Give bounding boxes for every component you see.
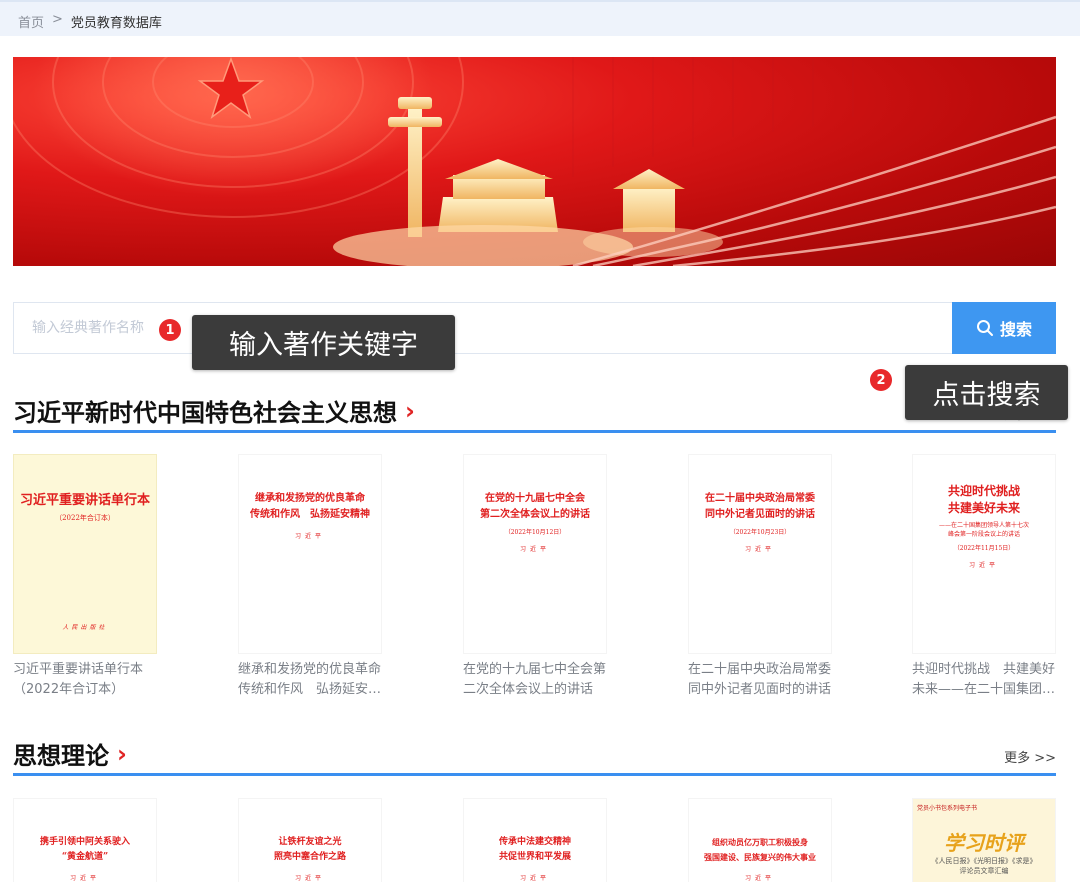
book-title[interactable]: 在二十届中央政治局常委 同中外记者见面时的讲话 — [688, 660, 840, 700]
section-title-theory[interactable]: 思想理论 › — [13, 736, 127, 771]
book-cover[interactable]: 党员小书包系列电子书 学习时评 《人民日报》《光明日报》《求是》 评论员文章汇编 — [912, 798, 1056, 882]
book-cover[interactable]: 继承和发扬党的优良革命 传统和作风 弘扬延安精神 习近平 — [238, 454, 382, 654]
book-cover[interactable]: 传承中法建交精神 共促世界和平发展 习近平 — [463, 798, 607, 882]
section-title-text: 思想理论 — [13, 742, 109, 770]
section-divider — [13, 430, 1056, 433]
book-title[interactable]: 习近平重要讲话单行本 （2022年合订本） — [13, 660, 165, 700]
book-card[interactable]: 传承中法建交精神 共促世界和平发展 习近平 — [463, 798, 607, 882]
banner-artwork — [13, 57, 1056, 266]
callout-click-search: 点击搜索 — [905, 365, 1068, 420]
book-cover[interactable]: 在党的十九届七中全会 第二次全体会议上的讲话 （2022年10月12日） 习近平 — [463, 454, 607, 654]
chevron-right-icon: › — [405, 396, 415, 425]
book-card[interactable]: 在党的十九届七中全会 第二次全体会议上的讲话 （2022年10月12日） 习近平… — [463, 454, 607, 700]
chevron-right-icon: › — [117, 739, 127, 768]
book-cover[interactable]: 让铁杆友谊之光 照亮中塞合作之路 习近平 — [238, 798, 382, 882]
section-title-xi-thought[interactable]: 习近平新时代中国特色社会主义思想 › — [13, 393, 415, 428]
book-card[interactable]: 党员小书包系列电子书 学习时评 《人民日报》《光明日报》《求是》 评论员文章汇编 — [912, 798, 1056, 882]
breadcrumb-separator: > — [52, 12, 63, 27]
search-button[interactable]: 搜索 — [952, 302, 1056, 354]
hero-banner — [13, 57, 1056, 266]
more-link-section2[interactable]: 更多 >> — [1004, 747, 1056, 766]
breadcrumb: 首页 > 党员教育数据库 — [18, 12, 162, 31]
book-card[interactable]: 携手引领中阿关系驶入 “黄金航道” 习近平 — [13, 798, 157, 882]
search-button-label: 搜索 — [999, 320, 1032, 339]
book-card[interactable]: 继承和发扬党的优良革命 传统和作风 弘扬延安精神 习近平 继承和发扬党的优良革命… — [238, 454, 382, 700]
search-input[interactable] — [13, 302, 952, 354]
book-title[interactable]: 共迎时代挑战 共建美好 未来——在二十国集团… — [912, 660, 1064, 700]
book-cover[interactable]: 习近平重要讲话单行本 （2022年合订本） 人民出版社 — [13, 454, 157, 654]
search-icon — [976, 320, 993, 336]
section-divider — [13, 773, 1056, 776]
book-card[interactable]: 在二十届中央政治局常委 同中外记者见面时的讲话 （2022年10月23日） 习近… — [688, 454, 832, 700]
book-card[interactable]: 让铁杆友谊之光 照亮中塞合作之路 习近平 — [238, 798, 382, 882]
step-badge-1: 1 — [159, 319, 181, 341]
callout-enter-keyword: 输入著作关键字 — [192, 315, 455, 370]
book-title[interactable]: 继承和发扬党的优良革命 传统和作风 弘扬延安… — [238, 660, 390, 700]
book-cover[interactable]: 携手引领中阿关系驶入 “黄金航道” 习近平 — [13, 798, 157, 882]
book-cover[interactable]: 组织动员亿万职工积极投身 强国建设、民族复兴的伟大事业 习近平 — [688, 798, 832, 882]
breadcrumb-current: 党员教育数据库 — [70, 16, 162, 31]
breadcrumb-bar: 首页 > 党员教育数据库 — [0, 0, 1080, 36]
book-cover[interactable]: 在二十届中央政治局常委 同中外记者见面时的讲话 （2022年10月23日） 习近… — [688, 454, 832, 654]
book-title[interactable]: 在党的十九届七中全会第 二次全体会议上的讲话 — [463, 660, 615, 700]
book-cover[interactable]: 共迎时代挑战 共建美好未来 ——在二十国集团领导人第十七次 峰会第一阶段会议上的… — [912, 454, 1056, 654]
breadcrumb-home-link[interactable]: 首页 — [18, 12, 44, 31]
book-card[interactable]: 共迎时代挑战 共建美好未来 ——在二十国集团领导人第十七次 峰会第一阶段会议上的… — [912, 454, 1056, 700]
book-card[interactable]: 组织动员亿万职工积极投身 强国建设、民族复兴的伟大事业 习近平 — [688, 798, 832, 882]
step-badge-2: 2 — [870, 369, 892, 391]
section-title-text: 习近平新时代中国特色社会主义思想 — [13, 399, 397, 427]
book-card[interactable]: 习近平重要讲话单行本 （2022年合订本） 人民出版社 习近平重要讲话单行本 （… — [13, 454, 157, 700]
